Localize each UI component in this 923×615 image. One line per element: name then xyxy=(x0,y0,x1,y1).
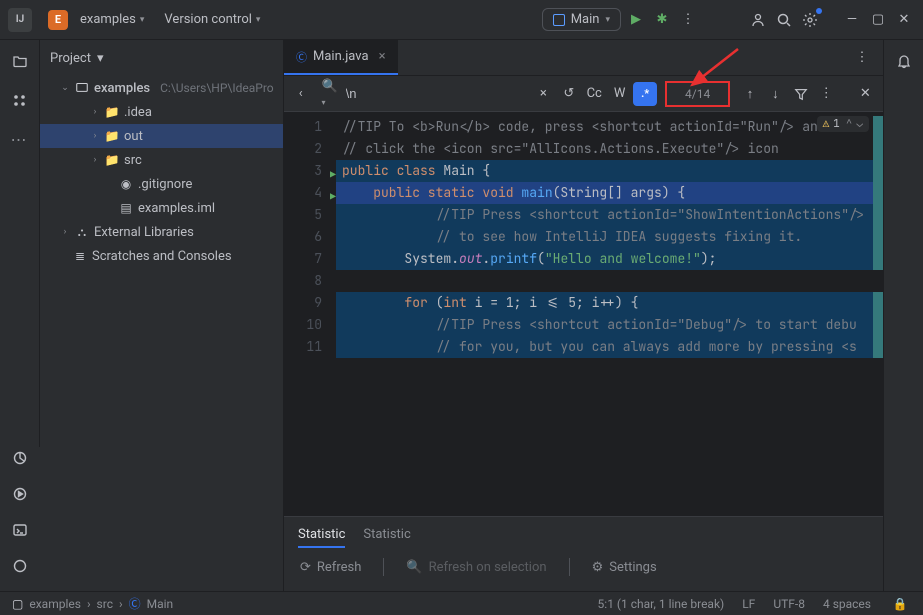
tree-row[interactable]: ▤examples.iml xyxy=(40,196,283,220)
maximize-icon[interactable]: ▢ xyxy=(867,9,889,31)
refresh-icon: ⟳ xyxy=(300,560,311,575)
encoding[interactable]: UTF-8 xyxy=(773,597,805,611)
titlebar: IJ E examples▾ Version control▾ Main▾ ▶ … xyxy=(0,0,923,40)
right-tool-rail xyxy=(883,40,923,591)
find-case-toggle[interactable]: Cc xyxy=(583,82,606,106)
tree-root[interactable]: ⌄ examples C:\Users\HP\IdeaPro xyxy=(40,76,283,100)
tree-row[interactable]: ◉.gitignore xyxy=(40,172,283,196)
tab-more-icon[interactable]: ⋮ xyxy=(851,47,873,69)
close-window-icon[interactable]: ✕ xyxy=(893,9,915,31)
editor-tab[interactable]: Ⓒ Main.java × xyxy=(284,40,398,75)
tree-row[interactable]: ›📁out xyxy=(40,124,283,148)
close-tab-icon[interactable]: × xyxy=(379,49,386,64)
status-bar: ▢examples ›src ›ⒸMain 5:1 (1 char, 1 lin… xyxy=(0,591,923,615)
gear-icon: ⚙ xyxy=(592,560,604,575)
run-button[interactable]: ▶ xyxy=(625,9,647,31)
editor-area: Ⓒ Main.java × ⋮ ‹ 🔍▾ × ↺ Cc W .* 4/14 ↑ … xyxy=(284,40,883,591)
tree-external-libs[interactable]: › ⛬ External Libraries xyxy=(40,220,283,244)
tree-row[interactable]: ›📁src xyxy=(40,148,283,172)
project-selector[interactable]: examples▾ xyxy=(72,8,152,31)
structure-tool-icon[interactable] xyxy=(9,90,31,112)
readonly-lock-icon[interactable]: 🔒 xyxy=(889,593,911,615)
find-clear-icon[interactable]: × xyxy=(532,82,555,106)
terminal-tool-icon[interactable] xyxy=(9,519,31,541)
find-history-icon[interactable]: ↺ xyxy=(557,82,580,106)
find-filter-icon[interactable] xyxy=(789,82,812,106)
bottom-left-rail xyxy=(0,447,40,591)
editor-gutter[interactable]: 1 2 3▶ 4▶ 5 6 7 8 9 10 11 xyxy=(284,112,336,516)
app-logo[interactable]: IJ xyxy=(8,8,32,32)
problems-tool-icon[interactable] xyxy=(9,555,31,577)
code-with-me-icon[interactable] xyxy=(747,9,769,31)
code-editor[interactable]: ⚠1 ^⌄ 1 2 3▶ 4▶ 5 6 7 8 9 10 11 //TIP To… xyxy=(284,112,883,516)
panel-tab-statistic[interactable]: Statistic xyxy=(298,523,345,548)
warning-icon: ⚠ xyxy=(823,117,830,131)
settings-icon[interactable] xyxy=(799,9,821,31)
refresh-button[interactable]: ⟳Refresh xyxy=(300,560,361,575)
java-class-icon: Ⓒ xyxy=(296,49,307,65)
refresh-selection-button[interactable]: 🔍Refresh on selection xyxy=(406,560,546,575)
indent[interactable]: 4 spaces xyxy=(823,597,871,611)
find-close-icon[interactable]: ✕ xyxy=(854,82,877,106)
find-prev-icon[interactable]: ↑ xyxy=(738,82,761,106)
chart-tool-icon[interactable] xyxy=(9,447,31,469)
tree-row[interactable]: ›📁.idea xyxy=(40,100,283,124)
panel-tab-statistic-2[interactable]: Statistic xyxy=(363,523,410,548)
find-back-icon[interactable]: ‹ xyxy=(290,82,311,106)
project-tree[interactable]: ⌄ examples C:\Users\HP\IdeaPro ›📁.idea›📁… xyxy=(40,76,283,591)
find-count: 4/14 xyxy=(665,81,730,107)
line-ending[interactable]: LF xyxy=(742,597,755,611)
breadcrumb[interactable]: ▢examples ›src ›ⒸMain xyxy=(12,595,173,612)
run-config-selector[interactable]: Main▾ xyxy=(542,8,621,31)
inspection-badge[interactable]: ⚠1 ^⌄ xyxy=(817,116,869,132)
more-tools-icon[interactable]: ⋯ xyxy=(11,130,29,149)
find-more-icon[interactable]: ⋮ xyxy=(815,82,838,106)
notifications-icon[interactable] xyxy=(893,50,915,72)
panel-settings-button[interactable]: ⚙Settings xyxy=(592,560,657,575)
editor-tabs: Ⓒ Main.java × ⋮ xyxy=(284,40,883,76)
find-search-icon: 🔍▾ xyxy=(321,79,337,109)
project-chip[interactable]: E xyxy=(48,10,68,30)
find-bar: ‹ 🔍▾ × ↺ Cc W .* 4/14 ↑ ↓ ⋮ ✕ xyxy=(284,76,883,112)
tree-scratches[interactable]: ≣ Scratches and Consoles xyxy=(40,244,283,268)
debug-button[interactable]: ✱ xyxy=(651,9,673,31)
vcs-selector[interactable]: Version control▾ xyxy=(156,8,268,31)
find-words-toggle[interactable]: W xyxy=(608,82,631,106)
statistic-panel: Statistic Statistic ⟳Refresh 🔍Refresh on… xyxy=(284,516,883,591)
search-icon[interactable] xyxy=(773,9,795,31)
project-view-title[interactable]: Project xyxy=(50,51,91,66)
project-tool-icon[interactable] xyxy=(9,50,31,72)
project-sidebar: Project ▾ ⌄ examples C:\Users\HP\IdeaPro… xyxy=(40,40,284,591)
find-regex-toggle[interactable]: .* xyxy=(633,82,657,106)
minimize-icon[interactable]: — xyxy=(841,9,863,31)
more-run-icon[interactable]: ⋮ xyxy=(677,9,699,31)
run-tool-icon[interactable] xyxy=(9,483,31,505)
find-input[interactable] xyxy=(346,86,522,101)
caret-position[interactable]: 5:1 (1 char, 1 line break) xyxy=(598,597,725,611)
find-next-icon[interactable]: ↓ xyxy=(764,82,787,106)
